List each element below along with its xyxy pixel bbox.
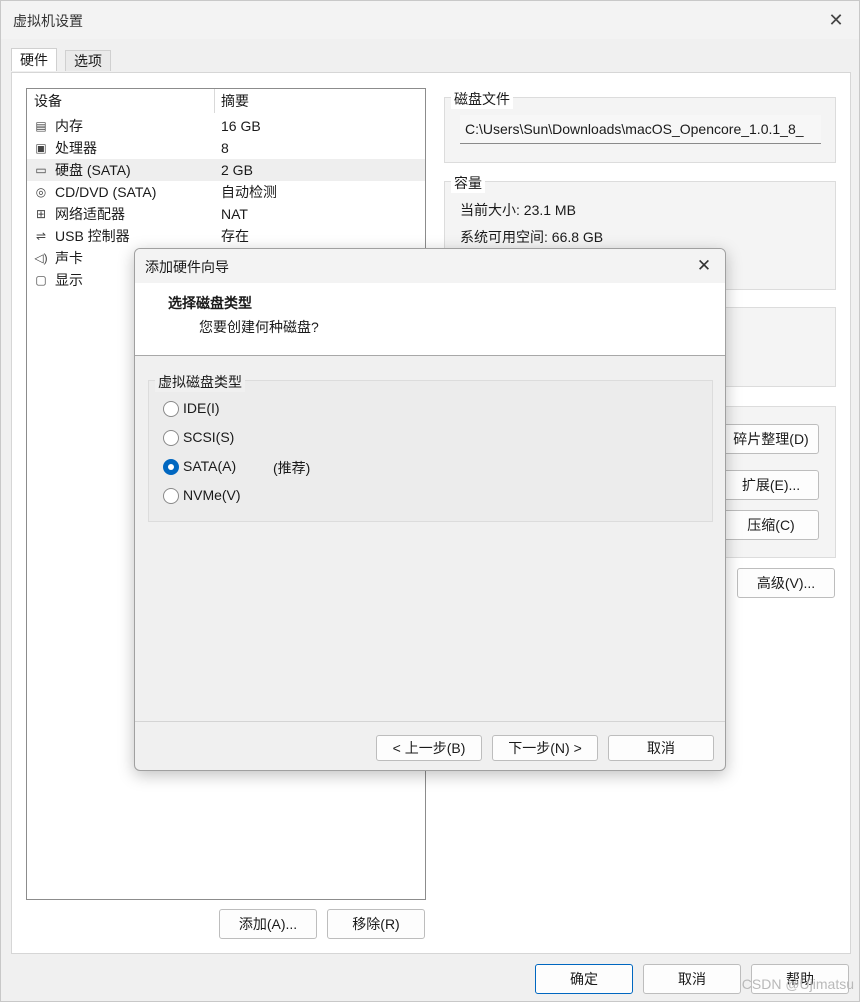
compact-button[interactable]: 压缩(C): [723, 510, 819, 540]
radio-scsi[interactable]: SCSI(S): [163, 428, 363, 448]
expand-button[interactable]: 扩展(E)...: [723, 470, 819, 500]
hard-disk-icon: ▭: [35, 163, 47, 177]
device-name: 处理器: [55, 140, 97, 156]
device-name: USB 控制器: [55, 228, 130, 244]
free-space-text: 系统可用空间: 66.8 GB: [460, 229, 604, 245]
sata-radio-button[interactable]: [163, 459, 179, 475]
device-summary: NAT: [221, 206, 248, 222]
radio-label: SATA(A): [183, 458, 237, 474]
wizard-cancel-button[interactable]: 取消: [608, 735, 714, 761]
sound-card-icon: ◁): [34, 251, 48, 265]
device-row-usb-controller[interactable]: ⇌ USB 控制器 存在: [27, 225, 425, 247]
wizard-header: 选择磁盘类型 您要创建何种磁盘?: [135, 283, 725, 356]
tab-hardware[interactable]: 硬件: [11, 48, 57, 71]
add-hardware-button[interactable]: 添加(A)...: [219, 909, 317, 939]
defragment-button[interactable]: 碎片整理(D): [723, 424, 819, 454]
wizard-subheading: 您要创建何种磁盘?: [199, 319, 319, 335]
radio-label: SCSI(S): [183, 429, 235, 445]
device-name: CD/DVD (SATA): [55, 184, 157, 200]
next-button[interactable]: 下一步(N) >: [492, 735, 598, 761]
wizard-footer-divider: [135, 721, 725, 722]
wizard-heading: 选择磁盘类型: [168, 295, 252, 311]
device-row-memory[interactable]: ▤ 内存 16 GB: [27, 115, 425, 137]
network-adapter-icon: ⊞: [35, 207, 47, 221]
nvme-radio-button[interactable]: [163, 488, 179, 504]
tab-options[interactable]: 选项: [65, 50, 111, 71]
usb-controller-icon: ⇌: [35, 229, 47, 243]
device-name: 显示: [55, 272, 83, 288]
device-row-network-adapter[interactable]: ⊞ 网络适配器 NAT: [27, 203, 425, 225]
close-icon[interactable]: ✕: [823, 7, 849, 33]
close-icon[interactable]: ✕: [691, 253, 717, 279]
capacity-label: 容量: [451, 173, 485, 193]
device-summary: 8: [221, 140, 229, 156]
display-icon: ▢: [35, 273, 47, 287]
column-divider: [214, 89, 215, 113]
remove-hardware-button[interactable]: 移除(R): [327, 909, 425, 939]
recommended-note: (推荐): [273, 460, 311, 476]
cd-dvd-icon: ◎: [35, 185, 47, 199]
radio-sata[interactable]: SATA(A) (推荐): [163, 457, 423, 477]
device-row-processor[interactable]: ▣ 处理器 8: [27, 137, 425, 159]
memory-icon: ▤: [35, 119, 47, 133]
radio-label: NVMe(V): [183, 487, 241, 503]
radio-ide[interactable]: IDE(I): [163, 399, 363, 419]
device-row-cd-dvd[interactable]: ◎ CD/DVD (SATA) 自动检测: [27, 181, 425, 203]
ide-radio-button[interactable]: [163, 401, 179, 417]
device-summary: 自动检测: [221, 184, 277, 200]
device-name: 硬盘 (SATA): [55, 162, 131, 178]
wizard-title-bar: 添加硬件向导 ✕: [135, 249, 725, 283]
wizard-title: 添加硬件向导: [145, 259, 229, 275]
column-header-device[interactable]: 设备: [34, 89, 62, 113]
window-title: 虚拟机设置: [13, 13, 83, 29]
device-summary: 2 GB: [221, 162, 253, 178]
radio-nvme[interactable]: NVMe(V): [163, 486, 363, 506]
disk-file-label: 磁盘文件: [451, 89, 513, 109]
device-name: 内存: [55, 118, 83, 134]
back-button[interactable]: < 上一步(B): [376, 735, 482, 761]
device-name: 网络适配器: [55, 206, 125, 222]
device-name: 声卡: [55, 250, 83, 266]
device-summary: 16 GB: [221, 118, 261, 134]
processor-icon: ▣: [35, 141, 47, 155]
scsi-radio-button[interactable]: [163, 430, 179, 446]
advanced-button[interactable]: 高级(V)...: [737, 568, 835, 598]
cancel-button[interactable]: 取消: [643, 964, 741, 994]
radio-label: IDE(I): [183, 400, 220, 416]
device-summary: 存在: [221, 228, 249, 244]
column-header-summary[interactable]: 摘要: [221, 89, 249, 113]
device-row-hard-disk[interactable]: ▭ 硬盘 (SATA) 2 GB: [27, 159, 425, 181]
disk-file-path-field[interactable]: C:\Users\Sun\Downloads\macOS_Opencore_1.…: [460, 115, 821, 144]
watermark-text: CSDN @Ujimatsu: [741, 976, 854, 992]
title-bar: 虚拟机设置 ✕: [1, 1, 859, 39]
add-hardware-wizard-dialog: 添加硬件向导 ✕ 选择磁盘类型 您要创建何种磁盘? 虚拟磁盘类型 IDE(I) …: [134, 248, 726, 771]
current-size-text: 当前大小: 23.1 MB: [460, 202, 576, 218]
disk-type-group-label: 虚拟磁盘类型: [155, 372, 245, 392]
ok-button[interactable]: 确定: [535, 964, 633, 994]
